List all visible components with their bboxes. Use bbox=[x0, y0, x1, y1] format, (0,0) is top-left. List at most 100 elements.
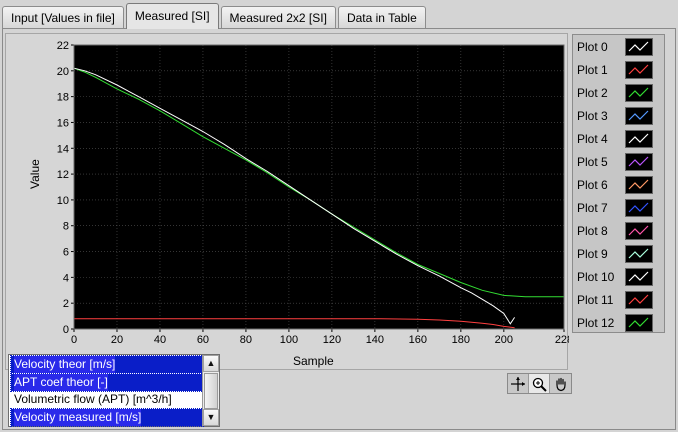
legend-item[interactable]: Plot 0 bbox=[573, 36, 666, 59]
legend-label: Plot 5 bbox=[577, 155, 608, 169]
tab-data-in-table[interactable]: Data in Table bbox=[337, 6, 426, 29]
signal-listbox[interactable]: Velocity theor [m/s] APT coef theor [-] Vo… bbox=[8, 354, 220, 427]
legend-swatch bbox=[625, 107, 653, 125]
legend-swatch bbox=[625, 199, 653, 217]
y-tick-label: 14 bbox=[57, 143, 69, 155]
list-item-label: APT coef theor [-] bbox=[14, 373, 108, 391]
zoom-button[interactable] bbox=[529, 374, 550, 393]
legend-label: Plot 0 bbox=[577, 40, 608, 54]
zoom-icon bbox=[532, 377, 547, 392]
line-sample-icon bbox=[628, 202, 649, 213]
line-sample-icon bbox=[628, 156, 649, 167]
line-sample-icon bbox=[628, 64, 649, 75]
y-tick-label: 8 bbox=[63, 221, 69, 233]
legend-label: Plot 4 bbox=[577, 132, 608, 146]
line-sample-icon bbox=[628, 110, 649, 121]
legend-label: Plot 10 bbox=[577, 270, 615, 284]
line-sample-icon bbox=[628, 179, 649, 190]
tab-measured-2x2-si[interactable]: Measured 2x2 [SI] bbox=[220, 6, 336, 29]
y-tick-label: 22 bbox=[57, 40, 69, 52]
list-item[interactable]: Velocity measured [m/s] bbox=[10, 407, 204, 427]
legend-label: Plot 12 bbox=[577, 316, 615, 330]
y-tick-label: 20 bbox=[57, 66, 69, 78]
legend-item[interactable]: Plot 4 bbox=[573, 128, 666, 151]
legend-swatch bbox=[625, 84, 653, 102]
line-sample-icon bbox=[628, 133, 649, 144]
x-tick-label: 40 bbox=[154, 334, 166, 346]
pan-hand-icon bbox=[555, 377, 566, 391]
cursor-move-button[interactable] bbox=[508, 374, 529, 393]
plot-legend[interactable]: Plot 0 Plot 1 Plot 2 Plot 3 Plot 4 Plot 5 Plot… bbox=[572, 34, 665, 333]
scroll-up-button[interactable]: ▲ bbox=[203, 355, 219, 372]
legend-label: Plot 7 bbox=[577, 201, 608, 215]
waveform-graph: 0 20 40 60 80 100 120 140 160 180 200 228 0 2 4 6 8 10 12 1… bbox=[5, 33, 569, 371]
x-tick-label: 120 bbox=[323, 334, 341, 346]
legend-swatch bbox=[625, 314, 653, 332]
list-item[interactable]: Volumetric flow (APT) [m^3/h] bbox=[11, 391, 203, 408]
line-sample-icon bbox=[628, 41, 649, 52]
legend-item[interactable]: Plot 1 bbox=[573, 59, 666, 82]
legend-item[interactable]: Plot 5 bbox=[573, 151, 666, 174]
x-tick-label: 180 bbox=[452, 334, 470, 346]
y-tick-label: 18 bbox=[57, 92, 69, 104]
scroll-thumb[interactable] bbox=[204, 373, 218, 409]
tab-input-values-in-file[interactable]: Input [Values in file] bbox=[2, 6, 124, 29]
legend-swatch bbox=[625, 222, 653, 240]
legend-item[interactable]: Plot 6 bbox=[573, 174, 666, 197]
x-tick-label: 100 bbox=[280, 334, 298, 346]
legend-item[interactable]: Plot 12 bbox=[573, 312, 666, 335]
legend-swatch bbox=[625, 153, 653, 171]
line-sample-icon bbox=[628, 87, 649, 98]
legend-label: Plot 3 bbox=[577, 109, 608, 123]
cursor-move-icon bbox=[511, 376, 525, 391]
tab-measured-si[interactable]: Measured [SI] bbox=[125, 3, 219, 29]
x-tick-label: 60 bbox=[197, 334, 209, 346]
list-item-label: Velocity measured [m/s] bbox=[14, 408, 142, 426]
legend-label: Plot 6 bbox=[577, 178, 608, 192]
legend-label: Plot 2 bbox=[577, 86, 608, 100]
legend-item[interactable]: Plot 10 bbox=[573, 266, 666, 289]
y-tick-label: 16 bbox=[57, 117, 69, 129]
listbox-scrollbar[interactable]: ▲ ▼ bbox=[202, 355, 219, 426]
graph-plot-area[interactable]: 0 20 40 60 80 100 120 140 160 180 200 228 0 2 4 6 8 10 12 1… bbox=[6, 34, 569, 371]
legend-swatch bbox=[625, 268, 653, 286]
list-item[interactable]: Velocity theor [m/s] bbox=[10, 355, 204, 374]
triangle-down-icon: ▼ bbox=[206, 412, 216, 422]
line-sample-icon bbox=[628, 317, 649, 328]
legend-swatch bbox=[625, 61, 653, 79]
list-item-label: Velocity theor [m/s] bbox=[14, 356, 116, 373]
x-tick-label: 200 bbox=[495, 334, 513, 346]
legend-item[interactable]: Plot 11 bbox=[573, 289, 666, 312]
legend-label: Plot 8 bbox=[577, 224, 608, 238]
y-tick-label: 12 bbox=[57, 169, 69, 181]
legend-item[interactable]: Plot 7 bbox=[573, 197, 666, 220]
x-tick-label: 140 bbox=[366, 334, 384, 346]
x-tick-label: 160 bbox=[409, 334, 427, 346]
y-tick-label: 0 bbox=[63, 324, 69, 336]
y-tick-label: 2 bbox=[63, 298, 69, 310]
pan-button[interactable] bbox=[550, 374, 571, 393]
legend-swatch bbox=[625, 176, 653, 194]
legend-label: Plot 9 bbox=[577, 247, 608, 261]
list-item[interactable]: APT coef theor [-] bbox=[10, 372, 204, 392]
legend-item[interactable]: Plot 9 bbox=[573, 243, 666, 266]
legend-swatch bbox=[625, 130, 653, 148]
legend-swatch bbox=[625, 38, 653, 56]
tab-bar: Input [Values in file] Measured [SI] Measu… bbox=[2, 3, 428, 29]
legend-item[interactable]: Plot 8 bbox=[573, 220, 666, 243]
line-sample-icon bbox=[628, 248, 649, 259]
legend-swatch bbox=[625, 291, 653, 309]
scroll-down-button[interactable]: ▼ bbox=[203, 409, 219, 426]
triangle-up-icon: ▲ bbox=[206, 358, 216, 368]
plot-background bbox=[74, 45, 564, 329]
x-tick-label: 228 bbox=[555, 334, 569, 346]
x-axis-title: Sample bbox=[293, 354, 334, 368]
legend-item[interactable]: Plot 2 bbox=[573, 82, 666, 105]
x-tick-label: 0 bbox=[71, 334, 77, 346]
x-tick-label: 80 bbox=[240, 334, 252, 346]
y-tick-label: 10 bbox=[57, 195, 69, 207]
legend-item[interactable]: Plot 3 bbox=[573, 105, 666, 128]
y-axis-title: Value bbox=[28, 159, 42, 189]
legend-swatch bbox=[625, 245, 653, 263]
legend-label: Plot 1 bbox=[577, 63, 608, 77]
